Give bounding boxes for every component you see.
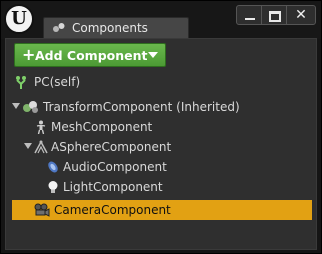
minimize-button[interactable] bbox=[236, 5, 262, 25]
tree-item-camera-component[interactable]: CameraComponent bbox=[12, 200, 312, 220]
tree-root-pc[interactable]: PC(self) bbox=[12, 72, 312, 92]
pawn-icon bbox=[16, 76, 26, 89]
components-panel: + Add Component PC(self) TransformCompon… bbox=[5, 38, 317, 250]
unreal-logo-icon: U bbox=[4, 4, 34, 34]
expand-arrow-icon[interactable] bbox=[24, 143, 32, 149]
mesh-component-icon bbox=[36, 120, 46, 134]
tree-item-audio-component[interactable]: AudioComponent bbox=[12, 157, 312, 177]
title-bar[interactable]: U Components ✕ bbox=[1, 1, 321, 39]
add-component-button[interactable]: + Add Component bbox=[14, 43, 166, 67]
close-icon: ✕ bbox=[295, 7, 307, 23]
tree-item-mesh-component[interactable]: MeshComponent bbox=[12, 117, 312, 137]
plus-icon: + bbox=[22, 45, 36, 64]
components-tab-icon bbox=[53, 23, 65, 32]
tree-label: LightComponent bbox=[63, 180, 163, 194]
sphere-component-icon bbox=[34, 140, 48, 154]
add-component-label: Add Component bbox=[35, 48, 148, 63]
tree-label: ASphereComponent bbox=[51, 140, 172, 154]
light-bulb-icon bbox=[48, 181, 58, 193]
tree-label: AudioComponent bbox=[63, 160, 167, 174]
tree-label: TransformComponent (Inherited) bbox=[43, 100, 240, 114]
tab-label: Components bbox=[72, 21, 148, 35]
maximize-button[interactable] bbox=[261, 5, 287, 25]
tree-item-light-component[interactable]: LightComponent bbox=[12, 177, 312, 197]
components-window: U Components ✕ + Add Component PC(self) … bbox=[0, 0, 322, 254]
maximize-icon bbox=[269, 11, 281, 22]
chevron-down-icon bbox=[148, 52, 158, 58]
transform-component-icon bbox=[23, 101, 38, 113]
tree-label: PC(self) bbox=[34, 75, 81, 89]
tree-label: CameraComponent bbox=[54, 203, 171, 217]
camera-component-icon bbox=[34, 203, 50, 217]
tab-components[interactable]: Components bbox=[43, 17, 189, 38]
close-button[interactable]: ✕ bbox=[286, 5, 316, 25]
tree-item-asphere-component[interactable]: ASphereComponent bbox=[12, 137, 312, 157]
window-controls: ✕ bbox=[236, 5, 316, 27]
audio-component-icon bbox=[48, 161, 58, 173]
tree-item-transform-component[interactable]: TransformComponent (Inherited) bbox=[12, 97, 312, 117]
expand-arrow-icon[interactable] bbox=[12, 103, 20, 109]
tree-label: MeshComponent bbox=[51, 120, 153, 134]
minimize-icon bbox=[245, 18, 255, 20]
